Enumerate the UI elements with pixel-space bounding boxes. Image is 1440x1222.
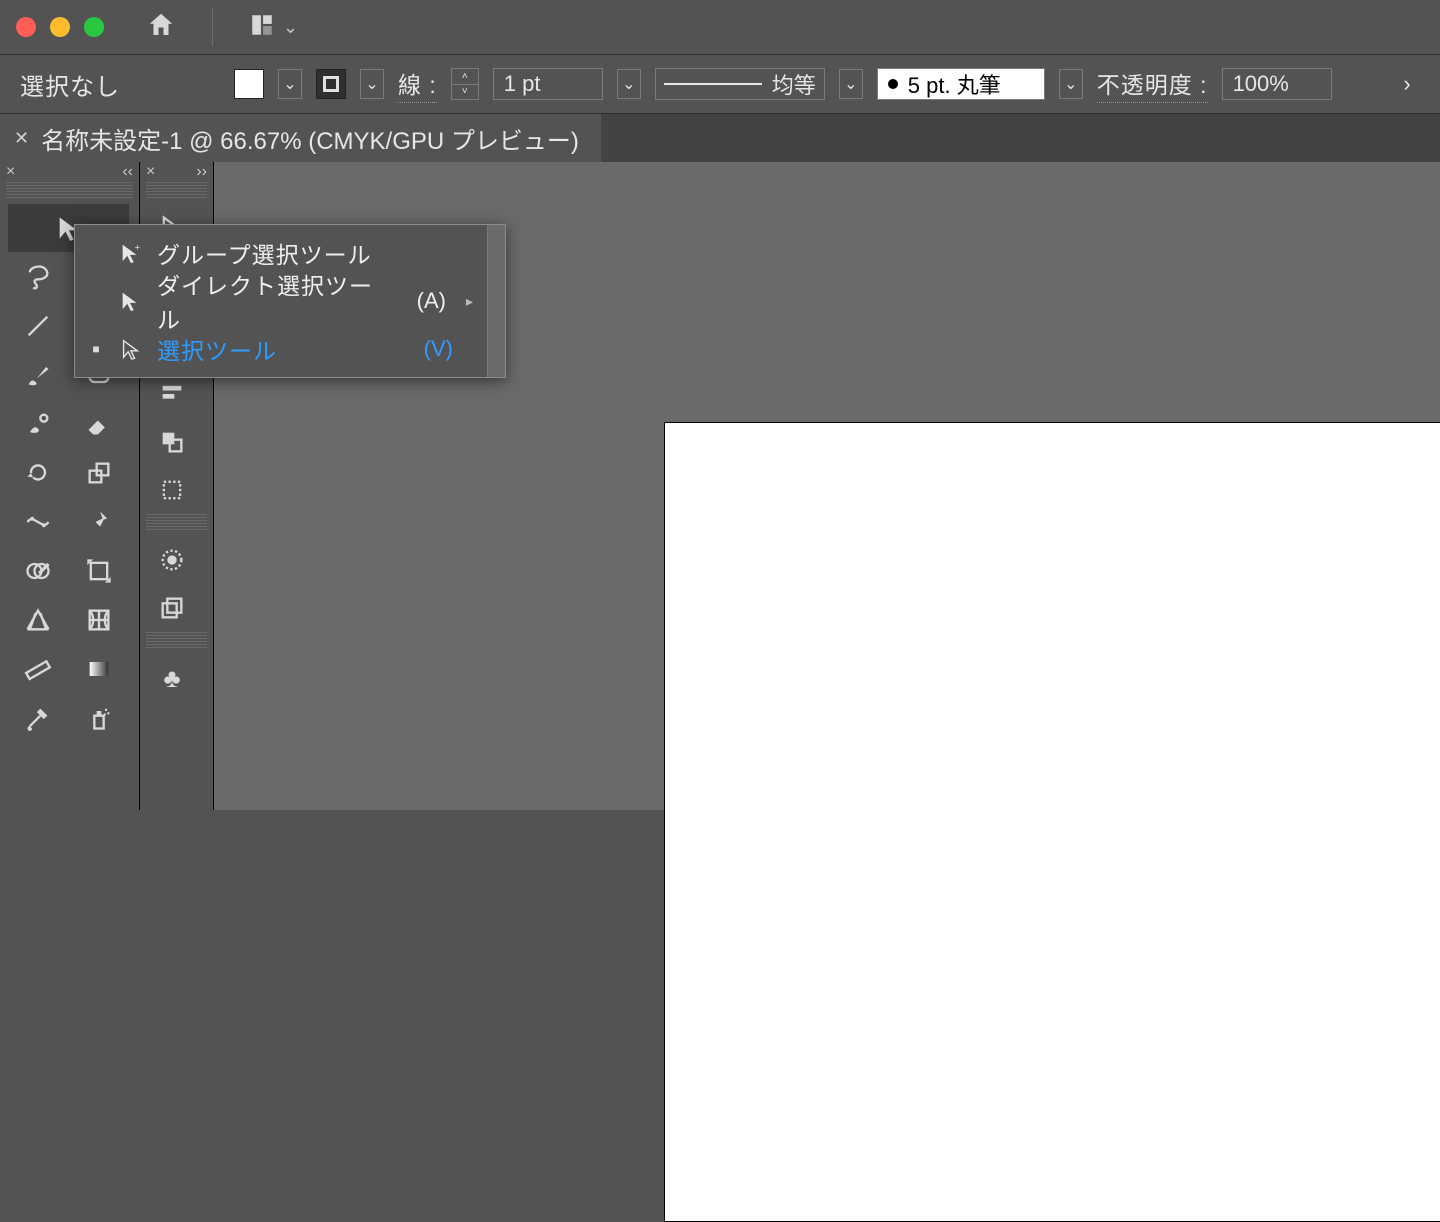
stroke-swatch-dropdown[interactable]: ⌄ [360, 69, 384, 99]
options-more-button[interactable]: › [1394, 68, 1420, 100]
selection-tool-flyout: + グループ選択ツールダイレクト選択ツール (A) ▸ ■ 選択ツール (V) [74, 224, 506, 378]
fill-color-swatch [234, 69, 264, 99]
eyedropper-tool[interactable] [8, 694, 68, 742]
document-tab-title: 名称未設定-1 @ 66.67% (CMYK/GPU プレビュー) [41, 121, 579, 156]
close-icon[interactable]: ✕ [14, 128, 29, 149]
artboard-tool[interactable] [148, 466, 196, 514]
opacity-label: 不透明度 : [1097, 66, 1208, 103]
group-select-icon: + [117, 242, 143, 264]
submenu-arrow-icon: ▸ [466, 293, 473, 310]
flyout-item-label: ダイレクト選択ツール [157, 267, 384, 335]
flyout-item-direct-select[interactable]: ダイレクト選択ツール(A)▸ [75, 277, 487, 325]
stroke-weight-field[interactable]: 1 pt [493, 68, 603, 100]
opacity-field[interactable]: 100% [1222, 68, 1332, 100]
flyout-tearoff-handle[interactable] [487, 225, 505, 377]
work-area: × ‹‹ [0, 162, 1440, 810]
stepper-up-icon: ˄ [452, 69, 478, 85]
eraser-tool[interactable] [69, 400, 129, 448]
options-bar: 選択なし ⌄ ⌄ 線 : ˄ ˅ 1 pt ⌄ 均等 ⌄ 5 pt. 丸筆 ⌄ … [0, 55, 1440, 113]
pin-tool[interactable] [69, 498, 129, 546]
blob-brush-tool[interactable] [8, 400, 68, 448]
shape-builder-tool[interactable] [8, 547, 68, 595]
stroke-profile-label: 均等 [772, 68, 816, 100]
gradient-tool[interactable] [69, 645, 129, 693]
measure-tool[interactable] [8, 645, 68, 693]
window-minimize-button[interactable] [50, 17, 70, 37]
stroke-label: 線 : [398, 66, 437, 103]
rotate-tool[interactable] [8, 449, 68, 497]
stroke-swatch[interactable] [316, 68, 346, 100]
expand-icon[interactable]: ›› [196, 163, 207, 181]
close-icon[interactable]: × [146, 163, 155, 181]
layers-panel-icon[interactable] [148, 584, 196, 632]
close-icon[interactable]: × [6, 163, 15, 181]
scale-tool[interactable] [69, 449, 129, 497]
appearance-panel-icon[interactable] [148, 536, 196, 584]
stroke-profile-dropdown[interactable]: ⌄ [839, 69, 863, 99]
club-icon: ♣ [158, 664, 186, 692]
document-tab-bar: ✕ 名称未設定-1 @ 66.67% (CMYK/GPU プレビュー) [0, 114, 1440, 162]
fill-swatch-dropdown[interactable]: ⌄ [278, 69, 302, 99]
stroke-profile-preview [664, 83, 762, 85]
pathfinder-tool[interactable] [148, 418, 196, 466]
perspective-grid-tool[interactable] [8, 596, 68, 644]
check-icon: ■ [89, 342, 103, 356]
workspace-switcher[interactable]: ⌄ [249, 12, 298, 43]
panel-grip[interactable] [146, 182, 207, 198]
chevron-down-icon: ⌄ [283, 17, 298, 38]
stroke-weight-stepper[interactable]: ˄ ˅ [451, 68, 479, 100]
stepper-down-icon: ˅ [452, 85, 478, 100]
symbols-panel-icon[interactable]: ♣ [148, 654, 196, 702]
brush-dropdown[interactable]: ⌄ [1059, 69, 1083, 99]
width-tool[interactable] [8, 498, 68, 546]
panel-grip[interactable] [6, 182, 133, 198]
panel-grip[interactable] [146, 514, 207, 530]
panel-header: × ‹‹ [0, 162, 139, 182]
workspace-switcher-icon [249, 12, 275, 43]
direct-select-icon [117, 290, 143, 312]
panel-header: × ›› [140, 162, 213, 182]
artboard[interactable] [664, 422, 1440, 1222]
document-tab[interactable]: ✕ 名称未設定-1 @ 66.67% (CMYK/GPU プレビュー) [0, 114, 601, 162]
stroke-profile[interactable]: 均等 [655, 68, 825, 100]
mesh-tool[interactable] [69, 596, 129, 644]
stroke-color-swatch [316, 69, 346, 99]
window-zoom-button[interactable] [84, 17, 104, 37]
brush-tool[interactable] [8, 351, 68, 399]
flyout-item-shortcut: (V) [405, 336, 453, 362]
stroke-weight-dropdown[interactable]: ⌄ [617, 69, 641, 99]
fill-swatch[interactable] [234, 68, 264, 100]
free-transform-tool[interactable] [69, 547, 129, 595]
select-icon [117, 338, 143, 360]
window-close-button[interactable] [16, 17, 36, 37]
brush-definition[interactable]: 5 pt. 丸筆 [877, 68, 1045, 100]
window-traffic-lights [16, 17, 104, 37]
lasso-tool[interactable] [8, 253, 68, 301]
spray-tool[interactable] [69, 694, 129, 742]
panel-grip[interactable] [146, 632, 207, 648]
brush-label: 5 pt. 丸筆 [908, 68, 1001, 100]
collapse-icon[interactable]: ‹‹ [122, 163, 133, 181]
home-icon[interactable] [146, 10, 176, 45]
separator [212, 8, 213, 46]
svg-text:+: + [135, 242, 140, 252]
brush-preview-icon [888, 79, 898, 89]
title-bar: ⌄ [0, 0, 1440, 54]
selection-status-label: 選択なし [20, 67, 120, 102]
flyout-item-shortcut: (A) [398, 288, 446, 314]
flyout-item-label: 選択ツール [157, 332, 391, 366]
flyout-item-label: グループ選択ツール [157, 236, 391, 270]
line-tool[interactable] [8, 302, 68, 350]
flyout-item-select[interactable]: ■ 選択ツール (V) [75, 325, 487, 373]
